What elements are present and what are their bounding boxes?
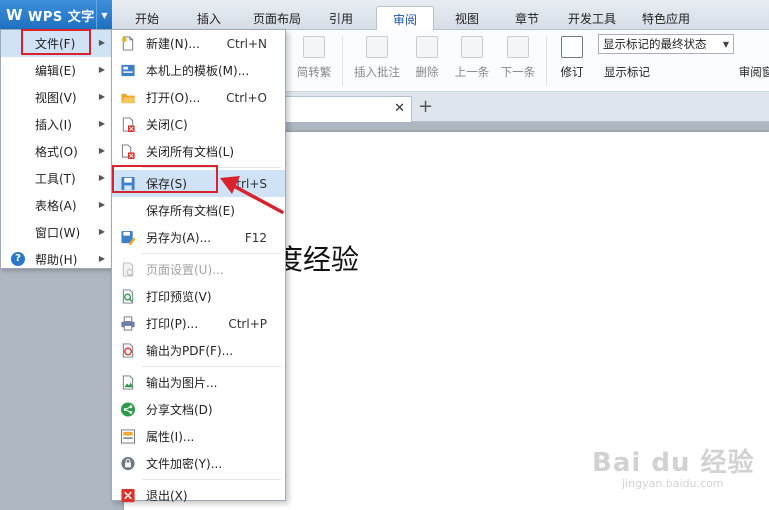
page-setup-icon [122, 262, 134, 277]
chevron-right-icon: ▶ [98, 92, 105, 101]
save-as-icon [121, 230, 136, 245]
menu-item-local-templates[interactable]: 本机上的模板(M)... [112, 57, 285, 84]
app-main-menu: 文件(F) ▶ 编辑(E) ▶ 视图(V) ▶ 插入(I) ▶ 格式(O) ▶ 工具(T)… [0, 29, 112, 269]
encrypt-icon [121, 456, 135, 471]
menu-item-print-preview[interactable]: 打印预览(V) [112, 283, 285, 310]
revision-button[interactable]: 修订 [554, 36, 590, 80]
new-doc-icon [121, 36, 134, 51]
app-dropdown-arrow-icon[interactable]: ▼ [96, 0, 112, 30]
next-icon [507, 36, 529, 58]
menu-item-exit[interactable]: 退出(X) [112, 482, 285, 509]
menu-separator [142, 479, 281, 480]
chevron-right-icon: ▶ [98, 119, 105, 128]
display-mode-select[interactable]: 显示标记的最终状态 ▼ [598, 34, 734, 54]
tab-references[interactable]: 引用 [318, 6, 364, 30]
pdf-icon [122, 343, 134, 358]
menu-item-new[interactable]: 新建(N)... Ctrl+N [112, 30, 285, 57]
app-name: WPS 文字 [28, 9, 95, 25]
tab-developer[interactable]: 开发工具 [560, 6, 624, 30]
close-all-icon [121, 144, 135, 159]
export-image-icon [122, 375, 134, 390]
tab-special[interactable]: 特色应用 [634, 6, 698, 30]
wps-logo-icon: W [6, 6, 23, 24]
new-tab-plus-icon[interactable]: + [418, 96, 433, 117]
prev-icon [461, 36, 483, 58]
tab-insert[interactable]: 插入 [186, 6, 232, 30]
menu-item-properties[interactable]: 属性(I)... [112, 423, 285, 450]
close-tab-icon[interactable]: ✕ [394, 101, 405, 116]
revision-pen-icon [561, 36, 583, 58]
properties-icon [120, 429, 136, 444]
template-icon [121, 64, 135, 77]
chevron-right-icon: ▶ [98, 173, 105, 182]
menu-item-save-as[interactable]: 另存为(A)... F12 [112, 224, 285, 251]
menu-item-page-setup: 页面设置(U)... [112, 256, 285, 283]
chevron-right-icon: ▶ [98, 200, 105, 209]
next-comment-button[interactable]: 下一条 [498, 36, 538, 80]
open-folder-icon [121, 93, 136, 104]
delete-comment-button[interactable]: 删除 [406, 36, 448, 80]
menu-item-share[interactable]: 分享文档(D) [112, 396, 285, 423]
menu-item-format[interactable]: 格式(O) ▶ [1, 138, 111, 165]
tab-view[interactable]: 视图 [444, 6, 490, 30]
menu-item-view[interactable]: 视图(V) ▶ [1, 84, 111, 111]
menu-item-encrypt[interactable]: 文件加密(Y)... [112, 450, 285, 477]
help-icon: ? [11, 252, 25, 266]
menu-item-tools[interactable]: 工具(T) ▶ [1, 165, 111, 192]
menu-item-open[interactable]: 打开(O)... Ctrl+O [112, 84, 285, 111]
chevron-right-icon: ▶ [98, 227, 105, 236]
ribbon-divider [342, 36, 343, 86]
menu-item-insert[interactable]: 插入(I) ▶ [1, 111, 111, 138]
ribbon-divider [546, 36, 547, 86]
menu-item-export-pdf[interactable]: 输出为PDF(F)... [112, 337, 285, 364]
chevron-right-icon: ▶ [98, 38, 105, 47]
menu-item-help[interactable]: ? 帮助(H) ▶ [1, 246, 111, 273]
file-submenu: 新建(N)... Ctrl+N 本机上的模板(M)... 打开(O)... Ctrl… [111, 29, 286, 503]
chevron-right-icon: ▶ [98, 65, 105, 74]
exit-icon [121, 488, 135, 503]
printer-icon [121, 316, 135, 331]
baidu-watermark: Bai du 经验 jingyan.baidu.com [592, 448, 755, 490]
highlight-box-save [112, 165, 218, 193]
menu-item-window[interactable]: 窗口(W) ▶ [1, 219, 111, 246]
chevron-right-icon: ▶ [98, 146, 105, 155]
review-pane-button[interactable]: 审阅窗 [736, 64, 769, 80]
menu-separator [142, 366, 281, 367]
menu-item-close-all[interactable]: 关闭所有文档(L) [112, 138, 285, 165]
chevron-right-icon: ▶ [98, 254, 105, 263]
close-doc-icon [122, 117, 135, 132]
share-icon [120, 402, 136, 417]
prev-comment-button[interactable]: 上一条 [452, 36, 492, 80]
menu-item-export-image[interactable]: 输出为图片... [112, 369, 285, 396]
menu-separator [142, 253, 281, 254]
menu-item-print[interactable]: 打印(P)... Ctrl+P [112, 310, 285, 337]
annotation-arrow-icon [220, 176, 284, 214]
comment-icon [366, 36, 388, 58]
menu-item-close[interactable]: 关闭(C) [112, 111, 285, 138]
jianzhuanfan-button[interactable]: 简转繁 [292, 36, 336, 80]
print-preview-icon [122, 289, 134, 304]
menu-item-table[interactable]: 表格(A) ▶ [1, 192, 111, 219]
convert-icon [303, 36, 325, 58]
menu-item-edit[interactable]: 编辑(E) ▶ [1, 57, 111, 84]
insert-comment-button[interactable]: 插入批注 [350, 36, 404, 80]
chevron-down-icon: ▼ [722, 39, 729, 49]
show-markup-button[interactable]: 显示标记 [604, 64, 684, 80]
tab-review[interactable]: 审阅 [376, 6, 434, 31]
delete-comment-icon [416, 36, 438, 58]
tab-home[interactable]: 开始 [124, 6, 170, 30]
menu-bar: W WPS 文字 ▼ 开始 插入 页面布局 引用 审阅 视图 章节 开发工具 特… [0, 0, 769, 31]
tab-page-layout[interactable]: 页面布局 [246, 6, 308, 30]
tab-chapter[interactable]: 章节 [504, 6, 550, 30]
app-menu-button[interactable]: W WPS 文字 ▼ [0, 0, 112, 30]
highlight-box-file [21, 29, 91, 55]
document-body-text: 度经验 [275, 243, 360, 276]
